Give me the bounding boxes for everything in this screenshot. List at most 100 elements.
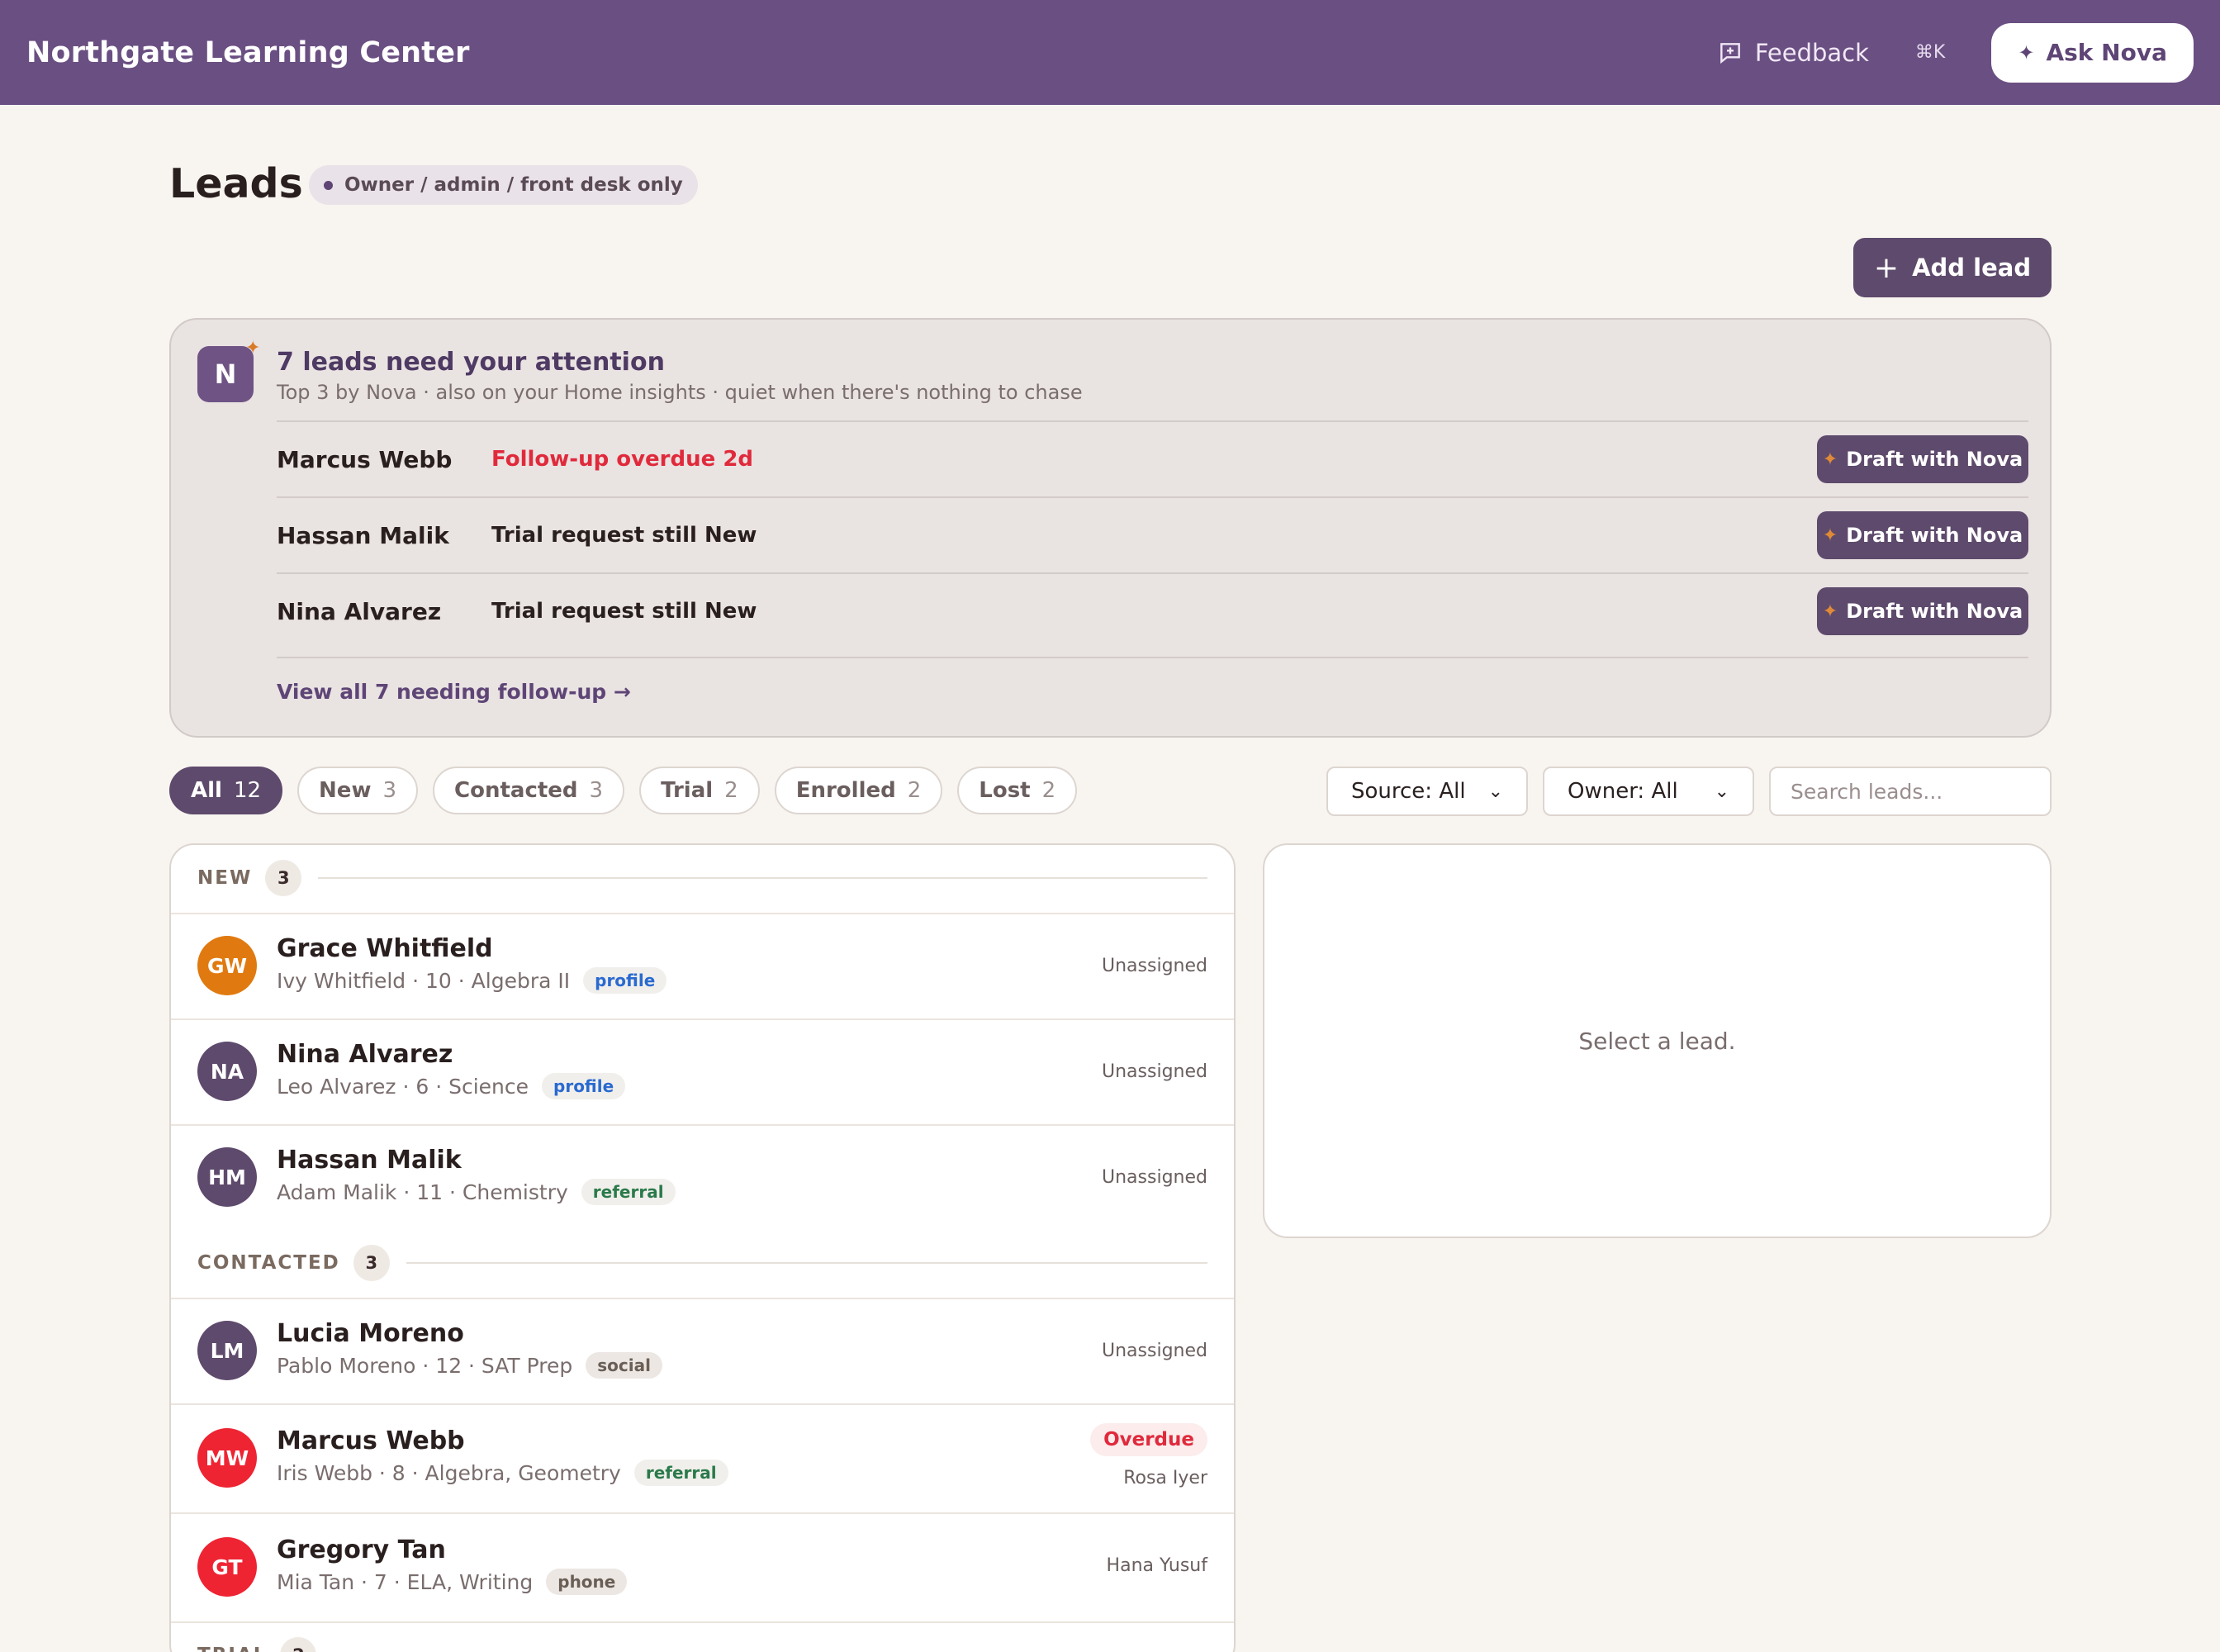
filter-tab-count: 2 xyxy=(1041,778,1056,803)
avatar: LM xyxy=(197,1321,257,1380)
status-filter-tabs: All 12 New 3 Contacted 3 Trial 2 Enrolled 2 L… xyxy=(169,767,1092,814)
lead-row[interactable]: HM Hassan Malik Adam Malik · 11 · Chemis… xyxy=(171,1124,1234,1230)
ask-nova-label: Ask Nova xyxy=(2046,39,2167,66)
filter-tab-new[interactable]: New 3 xyxy=(297,767,419,814)
lead-name: Hassan Malik xyxy=(277,1146,462,1175)
ask-nova-button[interactable]: ✦ Ask Nova xyxy=(1991,22,2194,83)
lead-owner: Unassigned xyxy=(1102,1167,1207,1188)
search-input[interactable] xyxy=(1769,767,2052,816)
sparkle-icon: ✦ xyxy=(1822,601,1838,622)
avatar: GT xyxy=(197,1537,257,1597)
lead-row[interactable]: GW Grace Whitfield Ivy Whitfield · 10 · … xyxy=(171,913,1234,1018)
feedback-label: Feedback xyxy=(1754,38,1869,67)
attention-title: 7 leads need your attention xyxy=(277,348,665,377)
filter-tab-all[interactable]: All 12 xyxy=(169,767,283,814)
group-label: NEW xyxy=(197,867,253,889)
lead-meta-text: Ivy Whitfield · 10 · Algebra II xyxy=(277,968,571,993)
lead-meta-text: Leo Alvarez · 6 · Science xyxy=(277,1074,529,1099)
filter-tab-contacted[interactable]: Contacted 3 xyxy=(433,767,625,814)
draft-button-label: Draft with Nova xyxy=(1846,448,2023,471)
source-tag: profile xyxy=(542,1073,626,1099)
page-title: Leads xyxy=(169,160,303,207)
group-label: CONTACTED xyxy=(197,1252,340,1274)
filter-tab-count: 2 xyxy=(907,778,922,803)
filter-tab-count: 12 xyxy=(233,778,262,803)
lead-row[interactable]: GT Gregory Tan Mia Tan · 7 · ELA, Writin… xyxy=(171,1512,1234,1621)
divider xyxy=(406,1262,1207,1264)
feedback-button[interactable]: Feedback xyxy=(1717,39,1869,67)
filter-tab-lost[interactable]: Lost 2 xyxy=(957,767,1078,814)
lead-owner: Unassigned xyxy=(1102,1341,1207,1361)
lead-name: Lucia Moreno xyxy=(277,1319,464,1348)
group-count: 3 xyxy=(265,860,302,896)
source-tag: phone xyxy=(546,1569,628,1595)
access-scope-badge: Owner / admin / front desk only xyxy=(309,165,698,205)
filter-tab-count: 2 xyxy=(724,778,738,803)
empty-state-text: Select a lead. xyxy=(1578,1027,1736,1055)
lead-row[interactable]: NA Nina Alvarez Leo Alvarez · 6 · Scienc… xyxy=(171,1018,1234,1124)
draft-with-nova-button[interactable]: ✦ Draft with Nova xyxy=(1817,435,2028,483)
chevron-down-icon: ⌄ xyxy=(1714,781,1729,802)
filter-tab-count: 3 xyxy=(589,778,604,803)
filter-tab-enrolled[interactable]: Enrolled 2 xyxy=(774,767,943,814)
view-all-follow-up-link[interactable]: View all 7 needing follow-up → xyxy=(277,680,631,704)
lead-detail-panel: Select a lead. xyxy=(1263,843,2052,1238)
sparkle-icon: ✦ xyxy=(1822,525,1838,546)
filter-tab-label: Enrolled xyxy=(795,778,896,803)
sparkle-icon: ✦ xyxy=(245,338,261,358)
avatar: HM xyxy=(197,1147,257,1207)
group-count: 2 xyxy=(280,1637,317,1652)
source-tag: referral xyxy=(633,1460,728,1486)
attention-item-name[interactable]: Nina Alvarez xyxy=(277,598,491,625)
top-bar: Northgate Learning Center Feedback ⌘K ✦ … xyxy=(0,0,2220,105)
divider xyxy=(318,877,1207,879)
group-header-new: NEW 3 xyxy=(171,845,1234,911)
attention-item: Nina Alvarez Trial request still New ✦ D… xyxy=(277,572,2028,648)
lead-meta: Leo Alvarez · 6 · Science profile xyxy=(277,1073,626,1099)
overdue-badge: Overdue xyxy=(1090,1423,1207,1456)
app-title[interactable]: Northgate Learning Center xyxy=(26,36,470,69)
attention-item-name[interactable]: Marcus Webb xyxy=(277,446,491,473)
avatar: GW xyxy=(197,936,257,995)
group-header-contacted: CONTACTED 3 xyxy=(171,1230,1234,1296)
scope-badge-label: Owner / admin / front desk only xyxy=(344,174,683,196)
filter-tab-count: 3 xyxy=(382,778,397,803)
filter-tab-trial[interactable]: Trial 2 xyxy=(639,767,760,814)
lead-owner: Hana Yusuf xyxy=(1106,1555,1207,1576)
group-count: 3 xyxy=(353,1245,390,1281)
attention-item-reason: Trial request still New xyxy=(491,599,757,624)
filter-tab-label: Lost xyxy=(979,778,1031,803)
command-shortcut[interactable]: ⌘K xyxy=(1915,42,1945,63)
source-filter-select[interactable]: Source: All ⌄ xyxy=(1326,767,1528,816)
lead-meta: Mia Tan · 7 · ELA, Writing phone xyxy=(277,1569,628,1595)
feedback-icon xyxy=(1720,42,1740,64)
source-filter-value: Source: All xyxy=(1351,779,1466,804)
lead-list: NEW 3 GW Grace Whitfield Ivy Whitfield ·… xyxy=(169,843,1236,1652)
lead-meta-text: Mia Tan · 7 · ELA, Writing xyxy=(277,1569,534,1594)
draft-button-label: Draft with Nova xyxy=(1846,524,2023,547)
draft-button-label: Draft with Nova xyxy=(1846,600,2023,623)
lead-name: Gregory Tan xyxy=(277,1536,446,1564)
source-tag: social xyxy=(586,1352,662,1379)
add-lead-label: Add lead xyxy=(1912,254,2032,282)
lead-meta: Iris Webb · 8 · Algebra, Geometry referra… xyxy=(277,1460,728,1486)
avatar: MW xyxy=(197,1428,257,1488)
lead-owner: Rosa Iyer xyxy=(1123,1468,1207,1488)
divider xyxy=(277,657,2028,658)
filter-tab-label: New xyxy=(319,778,372,803)
attention-item-name[interactable]: Hassan Malik xyxy=(277,522,491,549)
lead-name: Marcus Webb xyxy=(277,1427,465,1455)
dot-icon xyxy=(324,180,333,190)
lead-owner: Unassigned xyxy=(1102,956,1207,976)
draft-with-nova-button[interactable]: ✦ Draft with Nova xyxy=(1817,587,2028,635)
lead-owner: Unassigned xyxy=(1102,1061,1207,1082)
lead-row[interactable]: LM Lucia Moreno Pablo Moreno · 12 · SAT … xyxy=(171,1298,1234,1403)
lead-meta-text: Adam Malik · 11 · Chemistry xyxy=(277,1180,568,1204)
attention-item-reason: Follow-up overdue 2d xyxy=(491,447,754,472)
owner-filter-select[interactable]: Owner: All ⌄ xyxy=(1543,767,1754,816)
lead-name: Grace Whitfield xyxy=(277,934,493,963)
lead-meta: Adam Malik · 11 · Chemistry referral xyxy=(277,1179,676,1205)
lead-row[interactable]: MW Marcus Webb Iris Webb · 8 · Algebra, … xyxy=(171,1403,1234,1512)
add-lead-button[interactable]: + Add lead xyxy=(1853,238,2052,297)
draft-with-nova-button[interactable]: ✦ Draft with Nova xyxy=(1817,511,2028,559)
